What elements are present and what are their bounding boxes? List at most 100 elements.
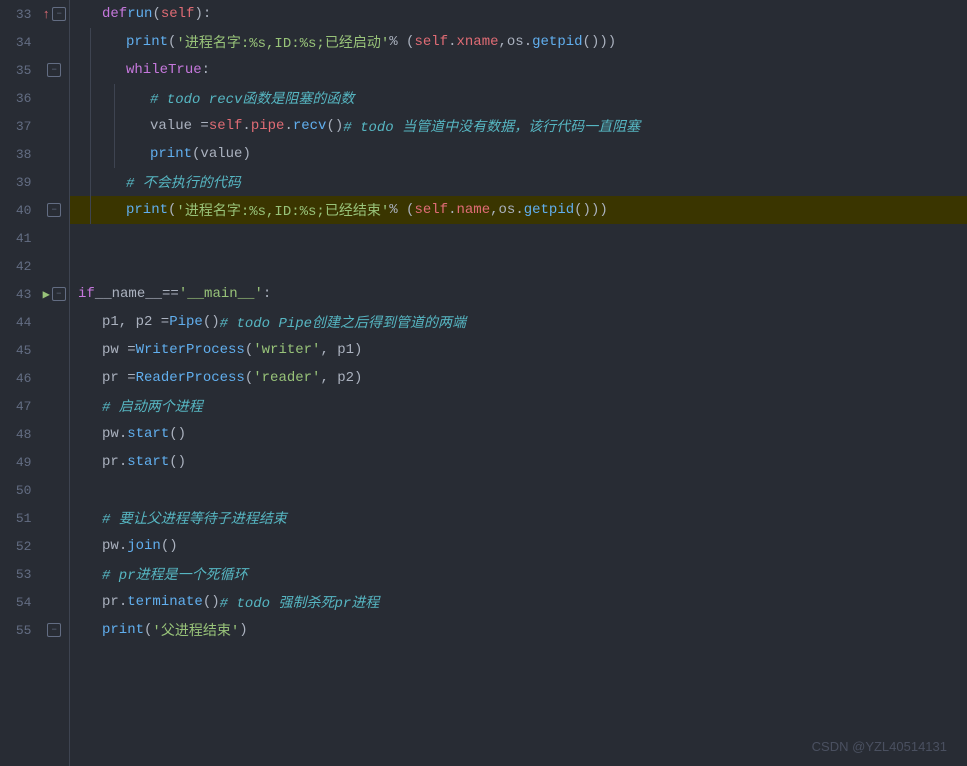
code-token: .: [242, 118, 250, 134]
code-token: ): [239, 622, 247, 638]
indent-guide: [90, 112, 91, 140]
code-token: pr: [102, 454, 119, 470]
code-line: pr.start(): [70, 448, 967, 476]
code-token: # todo recv函数是阻塞的函数: [150, 88, 354, 108]
run-icon[interactable]: ▶: [43, 287, 50, 302]
code-line: [70, 252, 967, 280]
code-token: % (: [389, 34, 414, 50]
code-token: # todo 当管道中没有数据，该行代码一直阻塞: [343, 116, 640, 136]
code-line: # 不会执行的代码: [70, 168, 967, 196]
gutter-row: 54: [0, 588, 69, 616]
fold-icon[interactable]: −: [47, 203, 61, 217]
gutter-row: 38: [0, 140, 69, 168]
gutter-row: 37: [0, 112, 69, 140]
code-token: .: [515, 202, 523, 218]
indent-guide: [90, 196, 91, 224]
gutter-row: 41: [0, 224, 69, 252]
code-token: if: [78, 286, 95, 302]
line-controls: ↑−: [39, 7, 69, 22]
line-number: 33: [0, 7, 39, 22]
code-token: # todo Pipe创建之后得到管道的两端: [220, 312, 466, 332]
code-line: # 要让父进程等待子进程结束: [70, 504, 967, 532]
code-token: (): [203, 594, 220, 610]
gutter-row: 49: [0, 448, 69, 476]
code-token: .: [448, 34, 456, 50]
code-line: pw.start(): [70, 420, 967, 448]
code-token: (: [152, 6, 160, 22]
line-controls: −: [39, 623, 69, 637]
code-token: print: [126, 34, 168, 50]
code-token: , p1): [320, 342, 362, 358]
code-token: .: [119, 594, 127, 610]
watermark: CSDN @YZL40514131: [812, 739, 947, 754]
gutter-row: 43▶−: [0, 280, 69, 308]
fold-icon[interactable]: −: [47, 623, 61, 637]
code-token: print: [102, 622, 144, 638]
code-token: # 启动两个进程: [102, 396, 203, 416]
line-number: 45: [0, 343, 39, 358]
line-number: 43: [0, 287, 39, 302]
code-line: # todo recv函数是阻塞的函数: [70, 84, 967, 112]
code-token: ,: [490, 202, 498, 218]
code-token: terminate: [127, 594, 203, 610]
code-token: self: [414, 202, 448, 218]
indent-guide: [90, 140, 91, 168]
gutter-row: 45: [0, 336, 69, 364]
fold-icon[interactable]: −: [52, 287, 66, 301]
line-controls: ▶−: [39, 287, 69, 302]
code-token: :: [202, 62, 210, 78]
code-line: if __name__ == '__main__':: [70, 280, 967, 308]
code-token: start: [127, 426, 169, 442]
code-token: self: [209, 118, 243, 134]
gutter-row: 36: [0, 84, 69, 112]
line-number: 41: [0, 231, 39, 246]
code-token: (: [168, 34, 176, 50]
gutter-row: 34: [0, 28, 69, 56]
code-token: getpid: [524, 202, 574, 218]
code-token: recv: [293, 118, 327, 134]
gutter-row: 47: [0, 392, 69, 420]
gutter-row: 33↑−: [0, 0, 69, 28]
line-controls: −: [39, 203, 69, 217]
code-token: start: [127, 454, 169, 470]
code-token: # 不会执行的代码: [126, 172, 241, 192]
code-token: ReaderProcess: [136, 370, 245, 386]
indent-guide: [114, 140, 115, 168]
fold-icon[interactable]: −: [52, 7, 66, 21]
gutter-row: 39: [0, 168, 69, 196]
code-line: # pr进程是一个死循环: [70, 560, 967, 588]
indent-guide: [90, 84, 91, 112]
code-token: ())): [574, 202, 608, 218]
line-number: 40: [0, 203, 39, 218]
code-token: pr: [102, 594, 119, 610]
code-token: ):: [194, 6, 211, 22]
line-number: 44: [0, 315, 39, 330]
line-number: 49: [0, 455, 39, 470]
line-number: 36: [0, 91, 39, 106]
code-token: (): [161, 538, 178, 554]
code-token: pw: [102, 426, 119, 442]
code-token: , p2): [320, 370, 362, 386]
code-token: % (: [389, 202, 414, 218]
code-token: print: [126, 202, 168, 218]
gutter-row: 53: [0, 560, 69, 588]
code-token: (: [144, 622, 152, 638]
code-token: os: [499, 202, 516, 218]
line-number: 53: [0, 567, 39, 582]
code-token: '进程名字:%s,ID:%s;已经结束': [176, 200, 389, 220]
gutter-row: 35−: [0, 56, 69, 84]
code-line: [70, 224, 967, 252]
code-token: value =: [150, 118, 209, 134]
code-line: # 启动两个进程: [70, 392, 967, 420]
code-token: p1, p2 =: [102, 314, 169, 330]
code-area: def run(self):print('进程名字:%s,ID:%s;已经启动'…: [70, 0, 967, 766]
code-line: value = self.pipe.recv() # todo 当管道中没有数据…: [70, 112, 967, 140]
fold-icon[interactable]: −: [47, 63, 61, 77]
line-number: 54: [0, 595, 39, 610]
code-token: WriterProcess: [136, 342, 245, 358]
indent-guide: [114, 112, 115, 140]
code-line: print(value): [70, 140, 967, 168]
code-token: :: [263, 286, 271, 302]
line-number: 42: [0, 259, 39, 274]
up-arrow-icon[interactable]: ↑: [42, 7, 50, 22]
